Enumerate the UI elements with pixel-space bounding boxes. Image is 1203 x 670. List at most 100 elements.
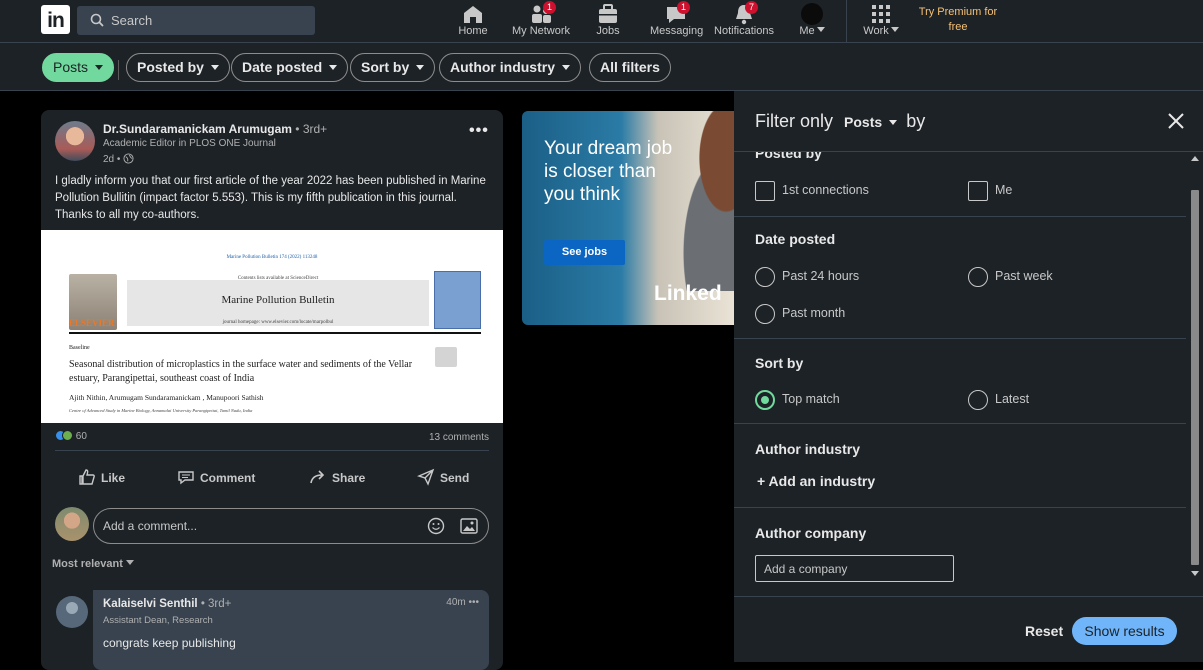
nav-work-label: Work bbox=[860, 25, 902, 37]
nav-home-label: Home bbox=[458, 25, 488, 37]
nav-messaging[interactable]: 1 Messaging bbox=[650, 0, 703, 43]
first-connections-checkbox[interactable]: 1st connections bbox=[755, 180, 869, 201]
add-industry-button[interactable]: + Add an industry bbox=[757, 473, 875, 489]
doc-section: Baseline bbox=[69, 345, 90, 351]
section-divider bbox=[734, 216, 1186, 217]
section-divider bbox=[734, 423, 1186, 424]
ad-person-photo bbox=[672, 111, 742, 291]
celebrate-reaction-icon bbox=[62, 430, 73, 441]
job-ad-banner[interactable]: Your dream job is closer than you think … bbox=[522, 111, 742, 325]
posts-filter-pill[interactable]: Posts bbox=[42, 53, 115, 82]
nav-jobs-label: Jobs bbox=[596, 25, 620, 37]
nav-home[interactable]: Home bbox=[448, 0, 498, 43]
grid-icon bbox=[872, 5, 890, 23]
posted-by-pill[interactable]: Posted by bbox=[126, 53, 230, 82]
scroll-thumb[interactable] bbox=[1191, 190, 1199, 565]
scroll-down-arrow[interactable] bbox=[1191, 571, 1199, 576]
ad-headline: Your dream job is closer than you think bbox=[544, 138, 673, 205]
nav-me-label: Me bbox=[795, 25, 829, 37]
latest-radio[interactable]: Latest bbox=[968, 389, 1029, 410]
comment-item: Kalaiselvi Senthil • 3rd+ Assistant Dean… bbox=[93, 590, 489, 670]
search-icon bbox=[90, 13, 104, 27]
comment-sort-dropdown[interactable]: Most relevant bbox=[52, 558, 134, 570]
doc-article-title: Seasonal distribution of microplastics i… bbox=[69, 359, 413, 384]
doc-authors: Ajith Nithin, Arumugam Sundaramanickam ,… bbox=[69, 393, 264, 402]
panel-type-select[interactable]: Posts bbox=[844, 114, 898, 130]
doc-journal-name: Marine Pollution Bulletin bbox=[221, 294, 335, 306]
scroll-up-arrow[interactable] bbox=[1191, 156, 1199, 161]
reaction-summary[interactable]: 60 bbox=[55, 430, 87, 442]
company-input[interactable] bbox=[755, 555, 954, 582]
comment-time-more[interactable]: 40m ••• bbox=[446, 597, 479, 608]
nav-notifications-label: Notifications bbox=[714, 25, 774, 37]
nav-me[interactable]: Me bbox=[795, 0, 829, 43]
send-button[interactable]: Send bbox=[417, 468, 469, 486]
top-nav: in Home 1 My Network Jobs 1 Messaging 7 … bbox=[0, 0, 1203, 43]
search-input[interactable] bbox=[111, 6, 311, 35]
date-posted-heading: Date posted bbox=[755, 231, 836, 247]
network-badge: 1 bbox=[543, 1, 556, 14]
messaging-badge: 1 bbox=[677, 1, 690, 14]
nav-work[interactable]: Work bbox=[860, 0, 902, 43]
image-icon[interactable] bbox=[460, 518, 478, 534]
comment-button[interactable]: Comment bbox=[177, 468, 255, 486]
doc-affiliation: Centre of Advanced Study in Marine Biolo… bbox=[69, 408, 253, 413]
author-company-heading: Author company bbox=[755, 525, 867, 541]
nav-my-network[interactable]: 1 My Network bbox=[510, 0, 572, 43]
commenter-name[interactable]: Kalaiselvi Senthil • 3rd+ bbox=[103, 598, 231, 610]
comment-text: congrats keep publishing bbox=[103, 636, 236, 650]
linkedin-logo[interactable]: in bbox=[41, 5, 70, 34]
comment-input[interactable] bbox=[103, 509, 403, 543]
post-time: 2d • bbox=[103, 153, 134, 165]
search-box[interactable] bbox=[77, 6, 315, 35]
past-24-hours-radio[interactable]: Past 24 hours bbox=[755, 266, 859, 287]
author-industry-pill[interactable]: Author industry bbox=[439, 53, 581, 82]
author-name[interactable]: Dr.Sundaramanickam Arumugam • 3rd+ bbox=[103, 122, 327, 136]
panel-scrollbar[interactable] bbox=[1187, 152, 1203, 582]
past-week-radio[interactable]: Past week bbox=[968, 266, 1053, 287]
ad-brand-logo: Linked bbox=[654, 282, 722, 305]
nav-my-network-label: My Network bbox=[511, 25, 571, 37]
doc-publisher: ELSEVIER bbox=[69, 318, 115, 328]
notifications-badge: 7 bbox=[745, 1, 758, 14]
like-button[interactable]: Like bbox=[78, 468, 125, 486]
my-avatar bbox=[55, 507, 89, 541]
thumbs-up-icon bbox=[79, 469, 95, 485]
panel-scroll-area[interactable]: Posted by 1st connections Me Date posted… bbox=[734, 152, 1186, 582]
all-filters-pill[interactable]: All filters bbox=[589, 53, 671, 82]
commenter-headline: Assistant Dean, Research bbox=[103, 615, 213, 626]
sort-by-pill[interactable]: Sort by bbox=[350, 53, 436, 82]
emoji-icon[interactable] bbox=[427, 517, 445, 535]
past-month-radio[interactable]: Past month bbox=[755, 303, 845, 324]
top-match-radio[interactable]: Top match bbox=[755, 389, 840, 410]
globe-icon bbox=[123, 153, 134, 164]
commenter-avatar[interactable] bbox=[56, 596, 88, 628]
see-jobs-button[interactable]: See jobs bbox=[544, 240, 625, 265]
nav-notifications[interactable]: 7 Notifications bbox=[714, 0, 774, 43]
share-button[interactable]: Share bbox=[309, 468, 365, 486]
try-premium-link[interactable]: Try Premium for free bbox=[915, 5, 1001, 35]
comments-count[interactable]: 13 comments bbox=[429, 432, 489, 443]
journal-cover-image bbox=[434, 271, 481, 329]
doc-contents-line: Contents lists available at ScienceDirec… bbox=[237, 276, 319, 281]
post-more-icon[interactable]: ••• bbox=[469, 122, 489, 140]
panel-bottom-divider bbox=[734, 596, 1203, 597]
briefcase-icon bbox=[599, 4, 617, 23]
me-checkbox[interactable]: Me bbox=[968, 180, 1012, 201]
author-avatar[interactable] bbox=[55, 121, 95, 161]
filter-bar: Posts Posted by Date posted Sort by Auth… bbox=[0, 43, 1203, 91]
date-posted-pill[interactable]: Date posted bbox=[231, 53, 349, 82]
close-icon[interactable] bbox=[1165, 110, 1187, 132]
show-results-button[interactable]: Show results bbox=[1072, 617, 1177, 645]
doc-journal-line: Marine Pollution Bulletin 174 (2022) 113… bbox=[226, 255, 318, 260]
comment-box[interactable] bbox=[93, 508, 489, 544]
post-document-image[interactable]: Marine Pollution Bulletin 174 (2022) 113… bbox=[41, 230, 503, 423]
nav-jobs[interactable]: Jobs bbox=[588, 0, 628, 43]
sort-by-heading: Sort by bbox=[755, 355, 804, 371]
check-updates-badge bbox=[435, 347, 457, 367]
reset-button[interactable]: Reset bbox=[1025, 623, 1063, 639]
filter-panel: Filter only Posts by Posted by 1st conne… bbox=[734, 91, 1203, 662]
comment-icon bbox=[178, 471, 194, 485]
posted-by-heading: Posted by bbox=[755, 152, 822, 161]
reaction-count: 60 bbox=[75, 431, 87, 442]
